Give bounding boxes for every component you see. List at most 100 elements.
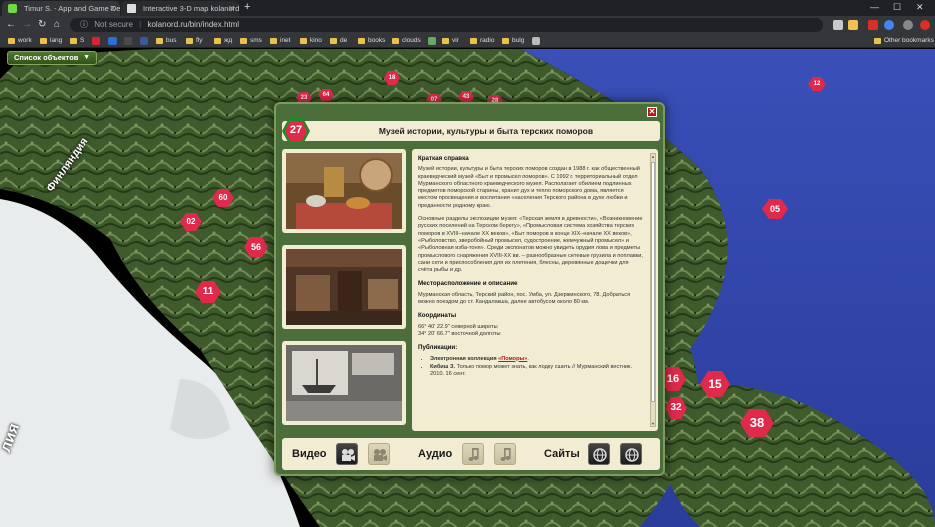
video-camera-icon[interactable] (368, 443, 390, 465)
museum-photo[interactable] (282, 149, 406, 233)
globe-icon[interactable] (620, 443, 642, 465)
profile-icon[interactable] (903, 20, 913, 30)
section-heading: Краткая справка (418, 155, 469, 162)
collection-link[interactable]: «Поморы» (498, 356, 527, 362)
globe-icon[interactable] (588, 443, 610, 465)
close-icon[interactable]: ✕ (647, 107, 657, 117)
object-number-badge: 27 (281, 116, 311, 146)
tab-app-dev[interactable]: Timur S. - App and Game Devel ✕ (2, 1, 120, 16)
map-marker[interactable]: 60 (212, 189, 234, 207)
scroll-down-icon[interactable]: ▼ (651, 421, 655, 426)
bookmark-folder[interactable]: books (358, 34, 385, 48)
video-label: Видео (292, 448, 327, 460)
music-note-icon[interactable] (494, 443, 516, 465)
toolbar: ← → ↻ ⌂ ⓘ Not secure | kolanord.ru/bin/i… (0, 16, 935, 34)
folder-icon (874, 38, 881, 44)
extension-icon[interactable] (868, 20, 878, 30)
puzzle-icon[interactable] (532, 37, 540, 45)
map-marker[interactable]: 64 (318, 89, 334, 101)
bookmark-site-icon[interactable] (92, 37, 100, 45)
description-panel[interactable]: Краткая справка Музей истории, культуры … (412, 149, 658, 431)
objects-list-button[interactable]: Список объектов ▼ (7, 51, 97, 65)
bookmark-folder[interactable]: de (330, 34, 347, 48)
scrollbar[interactable]: ▲ ▼ (650, 153, 656, 427)
bookmark-folder[interactable]: kino (300, 34, 322, 48)
tab-bar: Timur S. - App and Game Devel ✕ Interact… (0, 0, 935, 16)
dialog-title: Музей истории, культуры и быта терских п… (378, 126, 594, 136)
scrollbar-thumb[interactable] (651, 162, 655, 402)
dropdown-arrow-icon: ▼ (83, 54, 90, 61)
map-marker[interactable]: 32 (665, 397, 687, 419)
map-marker[interactable]: 18 (384, 71, 400, 85)
chrome-extension-icon[interactable] (884, 20, 894, 30)
minimize-icon[interactable]: — (870, 0, 879, 15)
latitude: 66° 40' 22.9'' северной широты (418, 323, 498, 330)
bookmark-folder[interactable]: bus (156, 34, 176, 48)
reload-icon[interactable]: ↻ (38, 17, 46, 33)
maximize-icon[interactable]: ☐ (893, 0, 901, 15)
bookmark-folder[interactable]: bulg (502, 34, 524, 48)
map-marker[interactable]: 05 (762, 199, 788, 219)
folder-icon (502, 38, 509, 44)
folder-icon (470, 38, 477, 44)
dialog-header: Музей истории, культуры и быта терских п… (282, 121, 660, 141)
new-tab-button[interactable]: + (244, 0, 250, 15)
bookmark-folder[interactable]: S (70, 34, 84, 48)
map-marker[interactable]: 38 (740, 409, 774, 437)
bookmark-folder[interactable]: sms (240, 34, 262, 48)
sites-label: Сайты (544, 448, 580, 460)
folder-icon (240, 38, 247, 44)
info-icon[interactable]: ⓘ (80, 20, 88, 29)
bookmark-site-icon[interactable] (108, 37, 117, 45)
folder-icon (70, 38, 77, 44)
forward-icon[interactable]: → (22, 17, 32, 33)
section-heading: Месторасположение и описание (418, 280, 518, 288)
map-marker[interactable]: 12 (808, 77, 826, 91)
bookmark-star-icon[interactable] (848, 20, 858, 30)
other-bookmarks[interactable]: Other bookmarks (874, 34, 934, 48)
bookmark-site-icon[interactable] (124, 37, 132, 45)
map-marker[interactable]: 11 (195, 281, 221, 303)
section-heading: Координаты (418, 312, 457, 320)
map-marker[interactable]: 02 (180, 213, 202, 231)
bookmark-site-icon[interactable] (428, 37, 436, 45)
folder-icon (214, 38, 221, 44)
close-icon[interactable]: ✕ (109, 1, 116, 16)
map-marker[interactable]: 15 (700, 371, 730, 397)
close-icon[interactable]: ✕ (228, 1, 235, 16)
tab-title: Interactive 3-D map kolanord.ru (143, 4, 239, 13)
description-text: Основные разделы экспозиции музея: «Терс… (418, 216, 643, 274)
video-camera-icon[interactable] (336, 443, 358, 465)
browser-window: Timur S. - App and Game Devel ✕ Interact… (0, 0, 935, 527)
section-heading: Публикации: (418, 344, 458, 352)
map-marker[interactable]: 56 (244, 237, 268, 257)
bookmark-folder[interactable]: inet (270, 34, 290, 48)
translate-icon[interactable] (833, 20, 843, 30)
bookmark-folder[interactable]: work (8, 34, 32, 48)
folder-icon (270, 38, 277, 44)
bookmark-folder[interactable]: жд (214, 34, 232, 48)
music-note-icon[interactable] (462, 443, 484, 465)
photo-samovar-exhibit (286, 153, 402, 229)
bookmark-folder[interactable]: lang (40, 34, 62, 48)
bookmark-folder[interactable]: radio (470, 34, 494, 48)
tab-interactive-map[interactable]: Interactive 3-D map kolanord.ru ✕ (121, 1, 239, 16)
address-bar[interactable]: ⓘ Not secure | kolanord.ru/bin/index.htm… (70, 18, 823, 32)
close-window-icon[interactable]: ✕ (916, 0, 924, 15)
bookmark-folder[interactable]: vir (442, 34, 459, 48)
bookmarks-bar: work lang S bus fly жд sms inet kino de … (0, 34, 935, 48)
scroll-up-icon[interactable]: ▲ (651, 154, 655, 159)
facebook-icon[interactable] (140, 37, 148, 45)
back-icon[interactable]: ← (6, 17, 16, 33)
museum-photo[interactable] (282, 341, 406, 425)
home-icon[interactable]: ⌂ (54, 17, 60, 33)
bookmark-folder[interactable]: clouds (392, 34, 421, 48)
bookmark-folder[interactable]: fly (186, 34, 203, 48)
object-info-dialog: ✕ Музей истории, культуры и быта терских… (274, 102, 665, 476)
upwork-icon (8, 4, 17, 13)
menu-icon[interactable] (920, 20, 930, 30)
audio-label: Аудио (418, 448, 453, 460)
museum-photo[interactable] (282, 245, 406, 329)
tab-title: Timur S. - App and Game Devel (24, 4, 120, 13)
url-text: kolanord.ru/bin/index.html (147, 20, 240, 29)
